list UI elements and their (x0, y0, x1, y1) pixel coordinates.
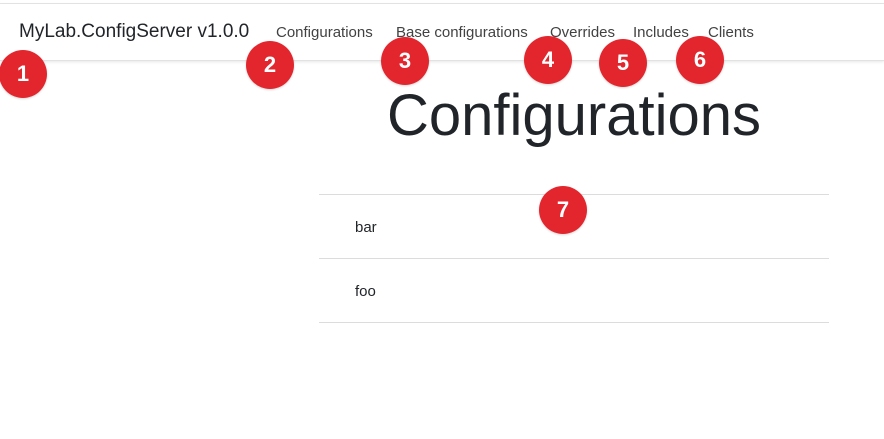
annotation-marker-3: 3 (381, 37, 429, 85)
configuration-link-bar[interactable]: bar (355, 219, 377, 236)
page-title: Configurations (387, 83, 761, 148)
nav-link-includes[interactable]: Includes (633, 24, 689, 41)
annotation-marker-2: 2 (246, 41, 294, 89)
navbar: MyLab.ConfigServer v1.0.0 Configurations… (0, 4, 884, 61)
nav-link-configurations[interactable]: Configurations (276, 24, 373, 41)
nav-link-base-configurations[interactable]: Base configurations (396, 24, 528, 41)
annotation-marker-5: 5 (599, 39, 647, 87)
annotation-marker-4: 4 (524, 36, 572, 84)
brand-link[interactable]: MyLab.ConfigServer v1.0.0 (19, 21, 249, 43)
nav-link-clients[interactable]: Clients (708, 24, 754, 41)
annotation-marker-1: 1 (0, 50, 47, 98)
configuration-link-foo[interactable]: foo (355, 283, 376, 300)
page: MyLab.ConfigServer v1.0.0 Configurations… (0, 0, 884, 439)
list-item: foo (319, 259, 829, 323)
annotation-marker-7: 7 (539, 186, 587, 234)
annotation-marker-6: 6 (676, 36, 724, 84)
